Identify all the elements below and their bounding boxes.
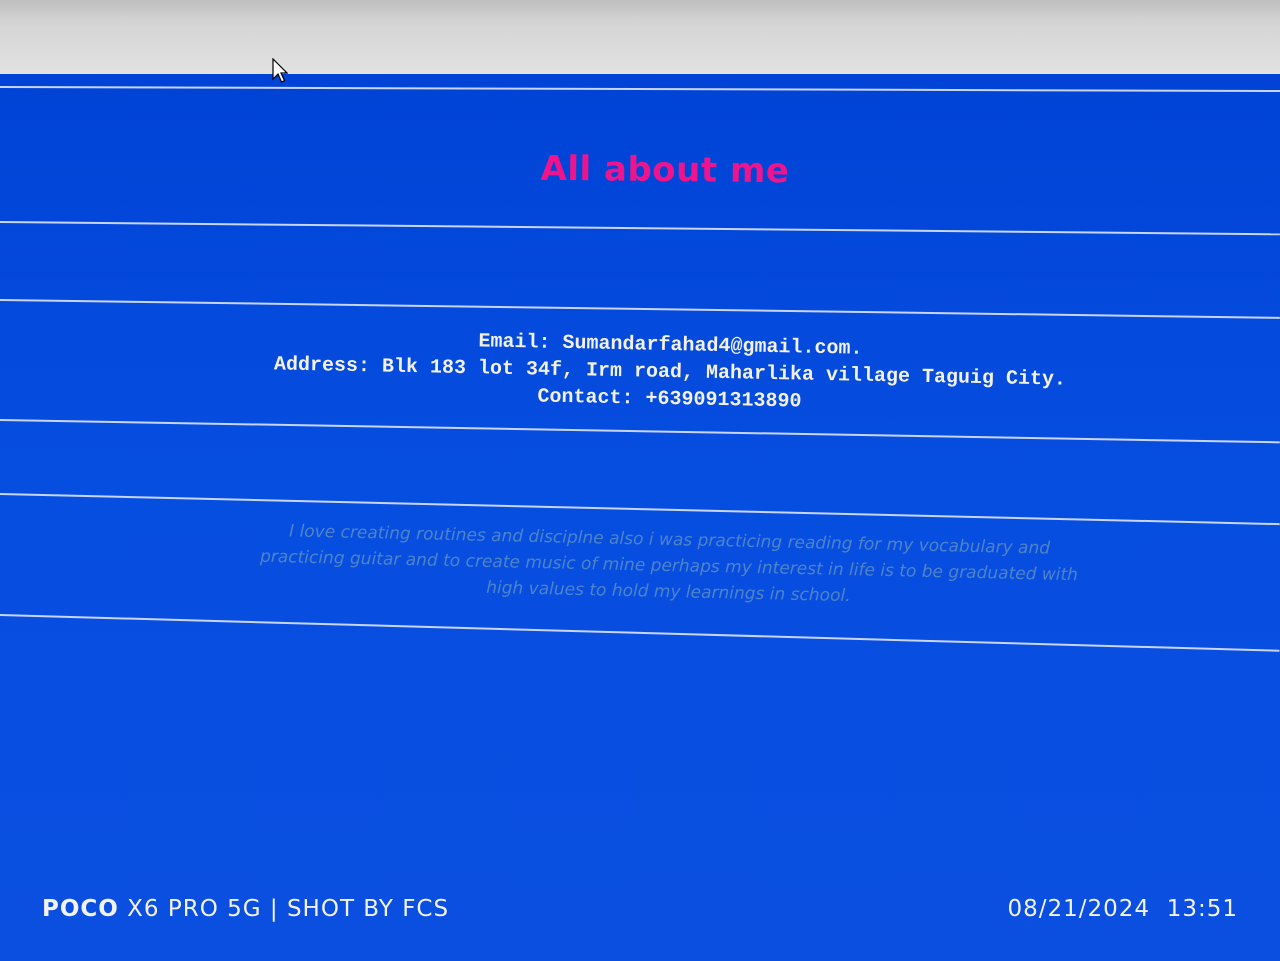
mouse-pointer-icon [272,58,288,83]
page-body [0,74,1280,961]
camera-watermark-model: POCO X6 PRO 5G | SHOT BY FCS [42,896,449,922]
watermark-time: 13:51 [1166,896,1238,922]
browser-top-strip [0,0,1280,74]
camera-brand: POCO [42,896,119,922]
camera-model: X6 PRO 5G | SHOT BY FCS [127,896,450,922]
watermark-date: 08/21/2024 [1007,896,1151,922]
camera-watermark-datetime: 08/21/2024 13:51 [1008,896,1239,922]
